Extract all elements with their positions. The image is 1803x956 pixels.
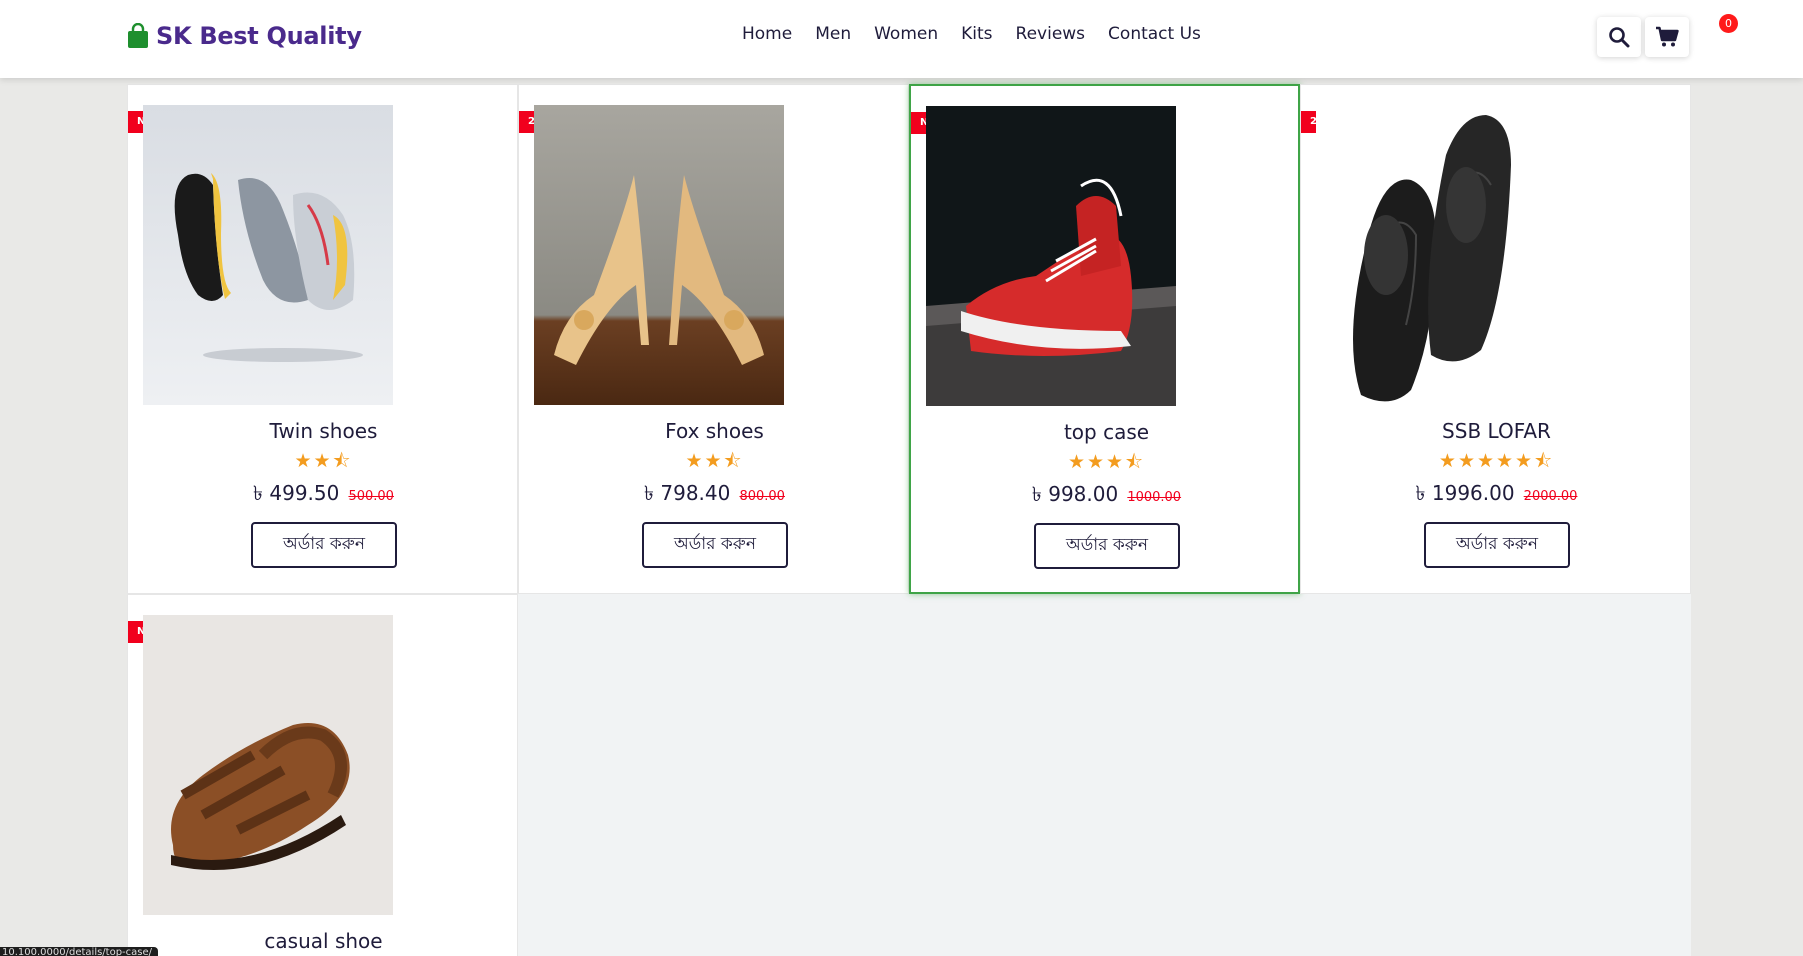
product-card[interactable]: NONE casual shoe (127, 594, 518, 956)
rating-stars: ★★★⯪ (1067, 451, 1146, 473)
cart-icon (1656, 26, 1679, 47)
product-card[interactable]: 20% SSB LOFAR ★★★★★⯪ ৳ 1996.00 2000.00 অ… (1300, 84, 1691, 594)
order-button[interactable]: অর্ডার করুন (642, 522, 788, 568)
product-price: ৳ 1996.00 (1415, 481, 1515, 505)
nav-women[interactable]: Women (874, 24, 938, 44)
product-old-price: 2000.00 (1523, 489, 1578, 504)
cart-button[interactable] (1645, 17, 1689, 57)
product-name[interactable]: Twin shoes (128, 419, 519, 443)
product-grid: NEW Twin shoes ★★⯪ ৳ 499.50 500.00 অর্ডা… (127, 84, 1691, 956)
product-card[interactable]: NEW Twin shoes ★★⯪ ৳ 499.50 500.00 অর্ডা… (127, 84, 518, 594)
brand-logo[interactable]: SK Best Quality (126, 20, 362, 52)
product-card[interactable]: 20% Fox shoes ★★⯪ ৳ 798.40 800.00 অর্ডার… (518, 84, 909, 594)
status-bar-url: 10.100.0000/details/top-case/ (0, 947, 159, 956)
product-price: ৳ 998.00 (1031, 482, 1119, 506)
rating-stars: ★★⯪ (294, 450, 353, 472)
order-button[interactable]: অর্ডার করুন (1034, 523, 1180, 569)
nav-reviews[interactable]: Reviews (1016, 24, 1086, 44)
shopping-bag-icon (128, 23, 148, 48)
site-header: SK Best Quality Home Men Women Kits Revi… (0, 0, 1803, 78)
product-card[interactable]: NEW top case ★★★⯪ ৳ 998.00 1000.00 অর্ডা… (909, 84, 1300, 594)
product-price: ৳ 499.50 (253, 481, 340, 505)
product-image[interactable] (534, 105, 784, 405)
price-row: ৳ 998.00 1000.00 (911, 480, 1302, 513)
nav-men[interactable]: Men (815, 24, 851, 44)
product-price: ৳ 798.40 (644, 481, 731, 505)
search-button[interactable] (1597, 17, 1641, 57)
product-image[interactable] (1316, 105, 1566, 405)
rating-stars: ★★★★★⯪ (1438, 450, 1555, 472)
brand-name: SK Best Quality (156, 22, 362, 50)
cart-count-badge: 0 (1719, 14, 1738, 33)
nav-home[interactable]: Home (742, 24, 792, 44)
order-button[interactable]: অর্ডার করুন (251, 522, 397, 568)
product-old-price: 1000.00 (1127, 490, 1182, 505)
price-row: ৳ 1996.00 2000.00 (1301, 479, 1692, 512)
product-image[interactable] (143, 105, 393, 405)
nav-kits[interactable]: Kits (961, 24, 992, 44)
product-image[interactable] (926, 106, 1176, 406)
product-old-price: 800.00 (739, 489, 785, 504)
search-icon (1609, 27, 1630, 48)
price-row: ৳ 499.50 500.00 (128, 479, 519, 512)
price-row: ৳ 798.40 800.00 (519, 479, 910, 512)
product-image[interactable] (143, 615, 393, 915)
product-name[interactable]: Fox shoes (519, 419, 910, 443)
main-nav: Home Men Women Kits Reviews Contact Us (742, 24, 1224, 44)
order-button[interactable]: অর্ডার করুন (1424, 522, 1570, 568)
rating-stars: ★★⯪ (685, 450, 744, 472)
product-name[interactable]: top case (911, 420, 1302, 444)
product-name[interactable]: SSB LOFAR (1301, 419, 1692, 443)
product-old-price: 500.00 (348, 489, 394, 504)
nav-contact-us[interactable]: Contact Us (1108, 24, 1201, 44)
product-name[interactable]: casual shoe (128, 929, 519, 953)
